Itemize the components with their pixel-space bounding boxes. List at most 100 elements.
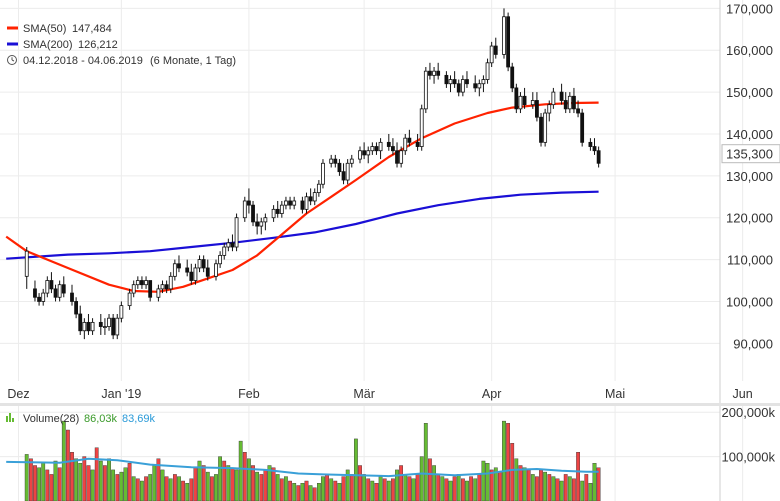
candle-body bbox=[374, 146, 379, 152]
volume-bar bbox=[539, 469, 543, 501]
candle-body bbox=[177, 263, 181, 269]
time-x-tick-label: Apr bbox=[482, 387, 501, 401]
volume-bar bbox=[465, 480, 469, 501]
volume-bar bbox=[139, 480, 144, 501]
candle-body bbox=[304, 196, 309, 210]
volume-bar bbox=[144, 476, 148, 501]
candle-body bbox=[226, 242, 231, 248]
volume-bar bbox=[358, 465, 362, 501]
candle-body bbox=[201, 259, 206, 269]
candle-body bbox=[551, 91, 556, 106]
volume-bar bbox=[440, 476, 445, 501]
volume-bar bbox=[329, 478, 334, 501]
candle-body bbox=[53, 288, 58, 298]
candle-body bbox=[378, 141, 383, 152]
candle-body bbox=[49, 280, 54, 290]
volume-bar bbox=[296, 485, 301, 501]
candle bbox=[543, 108, 548, 147]
volume-bar bbox=[559, 480, 564, 501]
candle-body bbox=[502, 16, 506, 55]
volume-bar bbox=[563, 474, 568, 501]
candle bbox=[506, 12, 511, 72]
time-x-tick-label: Mai bbox=[605, 387, 625, 401]
volume-bar bbox=[514, 458, 519, 501]
volume-bar bbox=[456, 474, 461, 501]
volume-bar bbox=[506, 423, 510, 501]
period-range: 04.12.2018 - 04.06.2019 bbox=[23, 55, 143, 67]
volume-bar bbox=[251, 465, 255, 501]
candle-body bbox=[407, 137, 412, 143]
candle-body bbox=[271, 208, 276, 219]
volume-bar bbox=[205, 471, 210, 501]
volume-legend-value-current: 86,03k bbox=[84, 413, 118, 425]
price-y-tick-label: 140,000 bbox=[726, 127, 773, 142]
volume-y-axis: 100,000k 200,000k bbox=[722, 405, 776, 464]
volume-bar bbox=[572, 478, 576, 501]
candle-body bbox=[465, 79, 469, 85]
candle-body bbox=[255, 221, 260, 227]
volume-bar bbox=[374, 483, 379, 501]
volume-bar bbox=[444, 478, 449, 501]
volume-bar bbox=[526, 469, 531, 501]
volume-bar bbox=[115, 474, 120, 501]
sma200-legend-value: 126,212 bbox=[78, 39, 118, 51]
volume-bar bbox=[288, 480, 292, 501]
candle-body bbox=[45, 280, 50, 294]
candle-body bbox=[493, 45, 498, 55]
candle-body bbox=[456, 83, 461, 93]
candle-body bbox=[395, 150, 399, 164]
volume-bar bbox=[218, 456, 222, 501]
candle-body bbox=[341, 171, 346, 181]
candle-body bbox=[399, 150, 404, 164]
volume-bar bbox=[177, 476, 181, 501]
volume-bar bbox=[448, 480, 453, 501]
volume-bar bbox=[567, 476, 572, 501]
volume-bar bbox=[94, 447, 99, 501]
panel-divider bbox=[0, 403, 780, 406]
time-x-tick-label: Jan '19 bbox=[101, 387, 141, 401]
price-panel: 90,000 100,000 110,000 120,000 130,000 140,00… bbox=[0, 0, 780, 405]
volume-bar bbox=[522, 467, 527, 501]
candle-body bbox=[572, 95, 576, 110]
candle bbox=[423, 66, 428, 114]
volume-bar bbox=[53, 460, 58, 501]
candle-body bbox=[514, 87, 519, 110]
candle-body bbox=[391, 146, 395, 152]
volume-bar bbox=[432, 465, 436, 501]
volume-bar bbox=[246, 458, 251, 501]
candle-body bbox=[489, 45, 494, 64]
candle-body bbox=[312, 192, 317, 202]
volume-bar bbox=[415, 474, 420, 501]
candle-body bbox=[316, 183, 321, 193]
volume-bar bbox=[172, 474, 177, 501]
volume-bar bbox=[370, 480, 375, 501]
candle-body bbox=[115, 317, 120, 336]
volume-bar bbox=[275, 474, 280, 501]
volume-bar bbox=[461, 478, 465, 501]
candle-body bbox=[61, 284, 66, 294]
volume-bar bbox=[399, 465, 403, 501]
candle-body bbox=[259, 221, 264, 227]
candle-body bbox=[172, 263, 177, 277]
candle-body bbox=[337, 162, 342, 173]
volume-bar bbox=[230, 467, 235, 501]
volume-bar bbox=[123, 467, 128, 501]
volume-bar bbox=[214, 474, 218, 501]
volume-bar bbox=[201, 465, 206, 501]
volume-bar bbox=[473, 478, 478, 501]
volume-bar bbox=[362, 474, 366, 501]
candle-body bbox=[349, 158, 354, 164]
candle-body bbox=[86, 321, 91, 332]
candle-body bbox=[148, 280, 153, 298]
candle-body bbox=[193, 267, 198, 281]
candle-body bbox=[321, 162, 325, 185]
candle-body bbox=[284, 200, 288, 206]
time-x-tick-label: Feb bbox=[238, 387, 260, 401]
candle-body bbox=[559, 91, 564, 101]
candle-body bbox=[333, 158, 338, 164]
volume-bar bbox=[271, 467, 276, 501]
volume-bar bbox=[403, 474, 408, 501]
candle-body bbox=[218, 254, 223, 265]
candle bbox=[321, 159, 325, 189]
volume-bar bbox=[102, 465, 107, 501]
